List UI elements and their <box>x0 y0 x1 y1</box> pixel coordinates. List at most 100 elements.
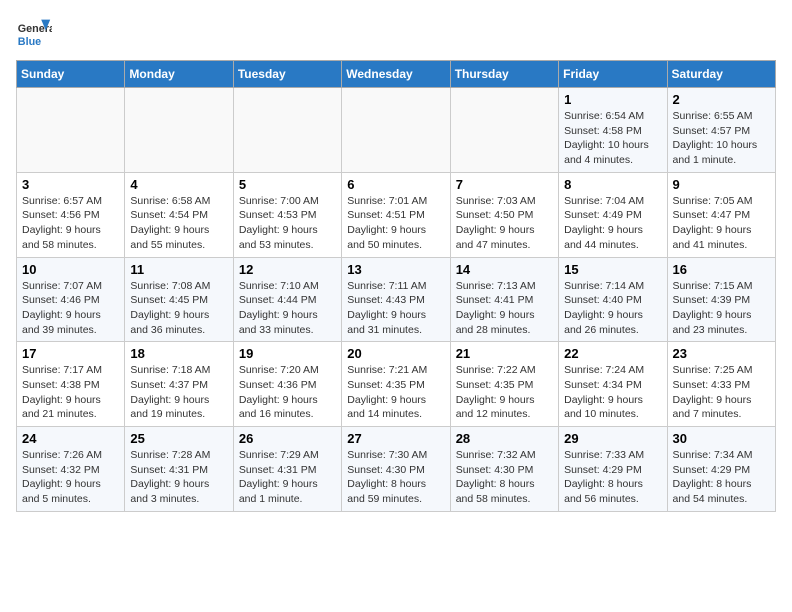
day-info: Sunrise: 7:24 AM Sunset: 4:34 PM Dayligh… <box>564 363 661 422</box>
calendar-cell: 16 Sunrise: 7:15 AM Sunset: 4:39 PM Dayli… <box>667 257 775 342</box>
day-number: 1 <box>564 92 661 107</box>
day-info: Sunrise: 6:55 AM Sunset: 4:57 PM Dayligh… <box>673 109 770 168</box>
calendar-cell: 30 Sunrise: 7:34 AM Sunset: 4:29 PM Dayli… <box>667 427 775 512</box>
calendar-cell <box>342 88 450 173</box>
weekday-header-sunday: Sunday <box>17 61 125 88</box>
weekday-header-thursday: Thursday <box>450 61 558 88</box>
calendar-cell: 1 Sunrise: 6:54 AM Sunset: 4:58 PM Daylig… <box>559 88 667 173</box>
calendar-cell: 6Sunrise: 7:01 AM Sunset: 4:51 PM Daylig… <box>342 172 450 257</box>
day-info: Sunrise: 6:57 AM Sunset: 4:56 PM Dayligh… <box>22 194 119 253</box>
day-number: 2 <box>673 92 770 107</box>
day-info: Sunrise: 7:15 AM Sunset: 4:39 PM Dayligh… <box>673 279 770 338</box>
day-info: Sunrise: 7:30 AM Sunset: 4:30 PM Dayligh… <box>347 448 444 507</box>
calendar-cell: 13 Sunrise: 7:11 AM Sunset: 4:43 PM Dayli… <box>342 257 450 342</box>
day-number: 21 <box>456 346 553 361</box>
calendar-cell: 7 Sunrise: 7:03 AM Sunset: 4:50 PM Daylig… <box>450 172 558 257</box>
day-number: 9 <box>673 177 770 192</box>
calendar-cell <box>125 88 233 173</box>
day-number: 16 <box>673 262 770 277</box>
day-info: Sunrise: 7:34 AM Sunset: 4:29 PM Dayligh… <box>673 448 770 507</box>
calendar-cell: 15 Sunrise: 7:14 AM Sunset: 4:40 PM Dayli… <box>559 257 667 342</box>
day-info: Sunrise: 7:05 AM Sunset: 4:47 PM Dayligh… <box>673 194 770 253</box>
day-info: Sunrise: 7:10 AM Sunset: 4:44 PM Dayligh… <box>239 279 336 338</box>
day-info: Sunrise: 7:07 AM Sunset: 4:46 PM Dayligh… <box>22 279 119 338</box>
day-number: 14 <box>456 262 553 277</box>
day-info: Sunrise: 7:13 AM Sunset: 4:41 PM Dayligh… <box>456 279 553 338</box>
day-info: Sunrise: 7:14 AM Sunset: 4:40 PM Dayligh… <box>564 279 661 338</box>
day-info: Sunrise: 7:00 AM Sunset: 4:53 PM Dayligh… <box>239 194 336 253</box>
calendar-cell: 21 Sunrise: 7:22 AM Sunset: 4:35 PM Dayli… <box>450 342 558 427</box>
day-number: 22 <box>564 346 661 361</box>
day-info: Sunrise: 7:21 AM Sunset: 4:35 PM Dayligh… <box>347 363 444 422</box>
calendar-cell: 8 Sunrise: 7:04 AM Sunset: 4:49 PM Daylig… <box>559 172 667 257</box>
day-number: 27 <box>347 431 444 446</box>
calendar-cell: 25 Sunrise: 7:28 AM Sunset: 4:31 PM Dayli… <box>125 427 233 512</box>
page-header: GeneralBlue <box>16 16 776 52</box>
day-number: 30 <box>673 431 770 446</box>
day-info: Sunrise: 7:08 AM Sunset: 4:45 PM Dayligh… <box>130 279 227 338</box>
day-number: 10 <box>22 262 119 277</box>
weekday-header-friday: Friday <box>559 61 667 88</box>
calendar-cell: 3 Sunrise: 6:57 AM Sunset: 4:56 PM Daylig… <box>17 172 125 257</box>
day-number: 8 <box>564 177 661 192</box>
day-number: 18 <box>130 346 227 361</box>
day-number: 19 <box>239 346 336 361</box>
calendar-cell: 19 Sunrise: 7:20 AM Sunset: 4:36 PM Dayli… <box>233 342 341 427</box>
day-info: Sunrise: 7:25 AM Sunset: 4:33 PM Dayligh… <box>673 363 770 422</box>
calendar-table: SundayMondayTuesdayWednesdayThursdayFrid… <box>16 60 776 512</box>
calendar-cell: 10 Sunrise: 7:07 AM Sunset: 4:46 PM Dayli… <box>17 257 125 342</box>
logo: GeneralBlue <box>16 16 52 52</box>
day-info: Sunrise: 7:17 AM Sunset: 4:38 PM Dayligh… <box>22 363 119 422</box>
calendar-cell: 20 Sunrise: 7:21 AM Sunset: 4:35 PM Dayli… <box>342 342 450 427</box>
calendar-cell <box>233 88 341 173</box>
day-number: 13 <box>347 262 444 277</box>
day-number: 20 <box>347 346 444 361</box>
day-number: 17 <box>22 346 119 361</box>
calendar-cell: 28 Sunrise: 7:32 AM Sunset: 4:30 PM Dayli… <box>450 427 558 512</box>
day-number: 3 <box>22 177 119 192</box>
calendar-cell: 24Sunrise: 7:26 AM Sunset: 4:32 PM Dayli… <box>17 427 125 512</box>
day-info: Sunrise: 6:58 AM Sunset: 4:54 PM Dayligh… <box>130 194 227 253</box>
weekday-header-wednesday: Wednesday <box>342 61 450 88</box>
calendar-cell: 26Sunrise: 7:29 AM Sunset: 4:31 PM Dayli… <box>233 427 341 512</box>
day-info: Sunrise: 7:20 AM Sunset: 4:36 PM Dayligh… <box>239 363 336 422</box>
day-number: 6 <box>347 177 444 192</box>
weekday-header-tuesday: Tuesday <box>233 61 341 88</box>
calendar-cell: 14 Sunrise: 7:13 AM Sunset: 4:41 PM Dayli… <box>450 257 558 342</box>
weekday-header-saturday: Saturday <box>667 61 775 88</box>
calendar-cell: 22 Sunrise: 7:24 AM Sunset: 4:34 PM Dayli… <box>559 342 667 427</box>
day-number: 23 <box>673 346 770 361</box>
day-number: 25 <box>130 431 227 446</box>
svg-text:Blue: Blue <box>18 36 41 48</box>
calendar-cell: 29 Sunrise: 7:33 AM Sunset: 4:29 PM Dayli… <box>559 427 667 512</box>
logo-icon: GeneralBlue <box>16 16 52 52</box>
calendar-cell: 23 Sunrise: 7:25 AM Sunset: 4:33 PM Dayli… <box>667 342 775 427</box>
day-number: 5 <box>239 177 336 192</box>
calendar-cell: 4 Sunrise: 6:58 AM Sunset: 4:54 PM Daylig… <box>125 172 233 257</box>
day-info: Sunrise: 7:33 AM Sunset: 4:29 PM Dayligh… <box>564 448 661 507</box>
day-number: 15 <box>564 262 661 277</box>
day-info: Sunrise: 7:29 AM Sunset: 4:31 PM Dayligh… <box>239 448 336 507</box>
day-info: Sunrise: 7:32 AM Sunset: 4:30 PM Dayligh… <box>456 448 553 507</box>
day-number: 28 <box>456 431 553 446</box>
weekday-header-monday: Monday <box>125 61 233 88</box>
day-info: Sunrise: 7:18 AM Sunset: 4:37 PM Dayligh… <box>130 363 227 422</box>
day-info: Sunrise: 6:54 AM Sunset: 4:58 PM Dayligh… <box>564 109 661 168</box>
calendar-cell: 12 Sunrise: 7:10 AM Sunset: 4:44 PM Dayli… <box>233 257 341 342</box>
day-number: 4 <box>130 177 227 192</box>
day-info: Sunrise: 7:04 AM Sunset: 4:49 PM Dayligh… <box>564 194 661 253</box>
calendar-cell: 11 Sunrise: 7:08 AM Sunset: 4:45 PM Dayli… <box>125 257 233 342</box>
day-number: 11 <box>130 262 227 277</box>
day-info: Sunrise: 7:26 AM Sunset: 4:32 PM Dayligh… <box>22 448 119 507</box>
day-info: Sunrise: 7:03 AM Sunset: 4:50 PM Dayligh… <box>456 194 553 253</box>
calendar-cell: 18 Sunrise: 7:18 AM Sunset: 4:37 PM Dayli… <box>125 342 233 427</box>
calendar-cell: 17 Sunrise: 7:17 AM Sunset: 4:38 PM Dayli… <box>17 342 125 427</box>
day-info: Sunrise: 7:22 AM Sunset: 4:35 PM Dayligh… <box>456 363 553 422</box>
day-info: Sunrise: 7:11 AM Sunset: 4:43 PM Dayligh… <box>347 279 444 338</box>
calendar-cell: 5 Sunrise: 7:00 AM Sunset: 4:53 PM Daylig… <box>233 172 341 257</box>
day-number: 29 <box>564 431 661 446</box>
calendar-cell: 2 Sunrise: 6:55 AM Sunset: 4:57 PM Daylig… <box>667 88 775 173</box>
day-number: 12 <box>239 262 336 277</box>
day-number: 7 <box>456 177 553 192</box>
day-info: Sunrise: 7:28 AM Sunset: 4:31 PM Dayligh… <box>130 448 227 507</box>
